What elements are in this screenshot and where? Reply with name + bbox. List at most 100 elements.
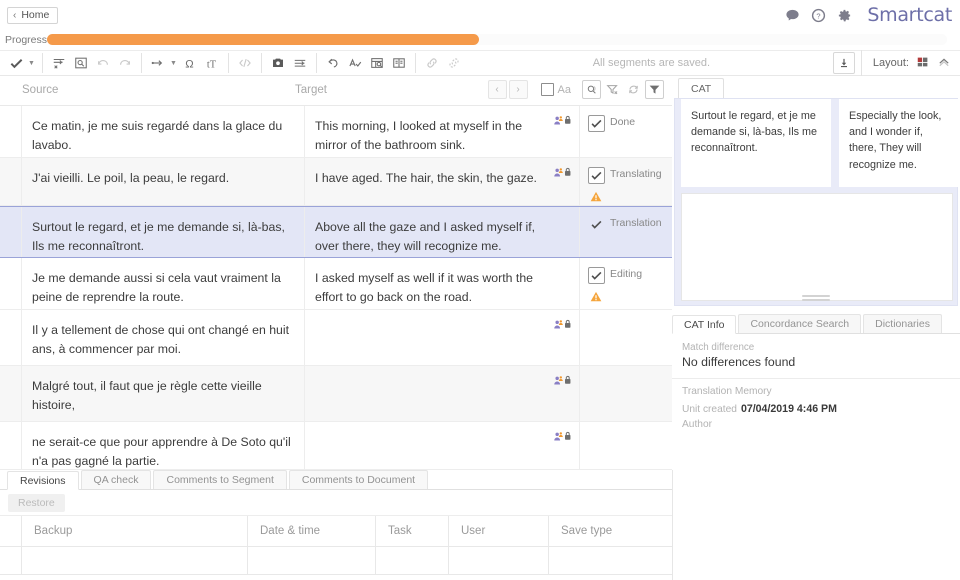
source-column-header: Source (22, 84, 58, 96)
add-link-icon[interactable] (421, 52, 443, 74)
column-header-backup[interactable]: Backup (22, 516, 248, 546)
layout-controls: Layout: (861, 50, 960, 76)
segment-status-cell: Editing (580, 258, 672, 309)
next-segment-button[interactable]: › (509, 80, 528, 99)
search-table-icon[interactable] (366, 52, 388, 74)
segment-status-cell: Translating (580, 158, 672, 205)
table-row[interactable]: Surtout le regard, et je me demande si, … (0, 206, 672, 258)
source-preview-icon[interactable] (70, 52, 92, 74)
go-to-caret[interactable]: ▼ (170, 60, 177, 67)
segment-lock-icon (553, 167, 573, 178)
revert-icon[interactable] (322, 52, 344, 74)
cat-info-tab-bar: CAT InfoConcordance SearchDictionaries (672, 314, 960, 334)
spellcheck-icon[interactable] (344, 52, 366, 74)
segment-source-cell[interactable]: Il y a tellement de chose qui ont changé… (22, 310, 305, 365)
home-button-label: Home (21, 10, 49, 21)
toolbar-group-links (416, 50, 470, 76)
go-to-segment-icon[interactable] (147, 52, 169, 74)
segment-status-checkbox[interactable] (588, 267, 605, 284)
screenshot-icon[interactable] (267, 52, 289, 74)
segment-source-cell[interactable]: ne serait-ce que pour apprendre à De Sot… (22, 422, 305, 469)
source-code-icon[interactable] (234, 52, 256, 74)
tab-cat[interactable]: CAT (678, 78, 724, 98)
restore-toolbar: Restore (0, 490, 672, 516)
segment-target-cell[interactable] (305, 422, 580, 469)
gear-icon[interactable] (837, 8, 852, 23)
segment-source-cell[interactable]: Je me demande aussi si cela vaut vraimen… (22, 258, 305, 309)
segment-target-cell[interactable] (305, 366, 580, 421)
segment-status-check-icon[interactable] (588, 216, 605, 233)
segment-target-cell[interactable]: I have aged. The hair, the skin, the gaz… (305, 158, 580, 205)
layout-grid-icon[interactable] (916, 55, 930, 72)
previous-segment-button[interactable]: ‹ (488, 80, 507, 99)
column-header-user[interactable]: User (449, 516, 549, 546)
qa-warning-icon[interactable] (589, 190, 672, 207)
segment-source-cell[interactable]: J'ai vieilli. Le poil, la peau, le regar… (22, 158, 305, 205)
clear-filter-icon[interactable] (603, 80, 622, 99)
author-label: Author (682, 419, 712, 430)
change-case-icon[interactable]: tT (201, 52, 223, 74)
home-button[interactable]: ‹ Home (7, 7, 58, 24)
table-row[interactable]: J'ai vieilli. Le poil, la peau, le regar… (0, 158, 672, 206)
refresh-filter-icon[interactable] (624, 80, 643, 99)
segment-number-cell (0, 422, 22, 469)
table-row[interactable]: Je me demande aussi si cela vaut vraimen… (0, 258, 672, 310)
progress-track (47, 34, 947, 45)
unit-created-label: Unit created (682, 404, 737, 415)
segment-status-checkbox[interactable] (588, 167, 605, 184)
qa-warning-icon[interactable] (589, 290, 672, 307)
table-row[interactable]: Malgré tout, il faut que je règle cette … (0, 366, 672, 422)
column-header-date-time[interactable]: Date & time (248, 516, 376, 546)
segment-source-cell[interactable]: Malgré tout, il faut que je règle cette … (22, 366, 305, 421)
match-case-checkbox[interactable] (541, 83, 554, 96)
segment-status-cell (580, 422, 672, 469)
cell-backup (22, 547, 248, 574)
segment-target-cell[interactable]: I asked myself as well if it was worth t… (305, 258, 580, 309)
tab-comments-to-segment[interactable]: Comments to Segment (153, 470, 286, 489)
smartcat-editor-window: ‹ Home ? Smartcat Progress ▼ (0, 0, 960, 580)
special-character-icon[interactable]: Ω (179, 52, 201, 74)
table-row[interactable]: ne serait-ce que pour apprendre à De Sot… (0, 422, 672, 470)
tab-comments-to-document[interactable]: Comments to Document (289, 470, 428, 489)
column-header-save-type[interactable]: Save type (549, 516, 672, 546)
undo-icon[interactable] (92, 52, 114, 74)
remove-link-icon[interactable] (443, 52, 465, 74)
segment-source-cell[interactable]: Ce matin, je me suis regardé dans la gla… (22, 106, 305, 157)
download-icon[interactable] (833, 52, 855, 74)
match-difference-caption: Match difference (682, 342, 950, 353)
segment-number-cell (0, 366, 22, 421)
tab-cat-info[interactable]: CAT Info (672, 315, 736, 334)
match-difference-block: Match difference No differences found (672, 334, 960, 379)
collapse-icon[interactable] (937, 55, 951, 72)
tab-dictionaries[interactable]: Dictionaries (863, 314, 942, 333)
segment-grid: Source Target ‹ › Aa (0, 76, 672, 470)
cell-user (449, 547, 549, 574)
segment-target-cell[interactable] (305, 310, 580, 365)
segment-source-cell[interactable]: Surtout le regard, et je me demande si, … (22, 207, 305, 257)
table-row[interactable] (0, 547, 672, 575)
help-icon[interactable]: ? (811, 8, 826, 23)
align-icon[interactable] (289, 52, 311, 74)
filter-icon[interactable] (645, 80, 664, 99)
cat-match-row[interactable]: Surtout le regard, et je me demande si, … (675, 99, 959, 187)
chat-icon[interactable] (785, 8, 800, 23)
confirm-segment-icon[interactable] (5, 52, 27, 74)
tab-concordance-search[interactable]: Concordance Search (738, 314, 861, 333)
redo-icon[interactable] (114, 52, 136, 74)
revisions-table-body (0, 547, 672, 575)
table-row[interactable]: Il y a tellement de chose qui ont changé… (0, 310, 672, 366)
segment-target-cell[interactable]: Above all the gaze and I asked myself if… (305, 207, 580, 257)
table-row[interactable]: Ce matin, je me suis regardé dans la gla… (0, 106, 672, 158)
segment-target-cell[interactable]: This morning, I looked at myself in the … (305, 106, 580, 157)
tab-qa-check[interactable]: QA check (81, 470, 152, 489)
segment-status-checkbox[interactable] (588, 115, 605, 132)
cat-panel-resize-grip[interactable] (802, 295, 830, 303)
insert-tag-icon[interactable] (48, 52, 70, 74)
search-replace-icon[interactable] (582, 80, 601, 99)
column-header-task[interactable]: Task (376, 516, 449, 546)
restore-button[interactable]: Restore (8, 494, 65, 512)
cat-match-source: Surtout le regard, et je me demande si, … (681, 99, 831, 187)
glossary-icon[interactable] (388, 52, 410, 74)
confirm-dropdown-caret[interactable]: ▼ (28, 60, 35, 67)
tab-revisions[interactable]: Revisions (7, 471, 79, 490)
